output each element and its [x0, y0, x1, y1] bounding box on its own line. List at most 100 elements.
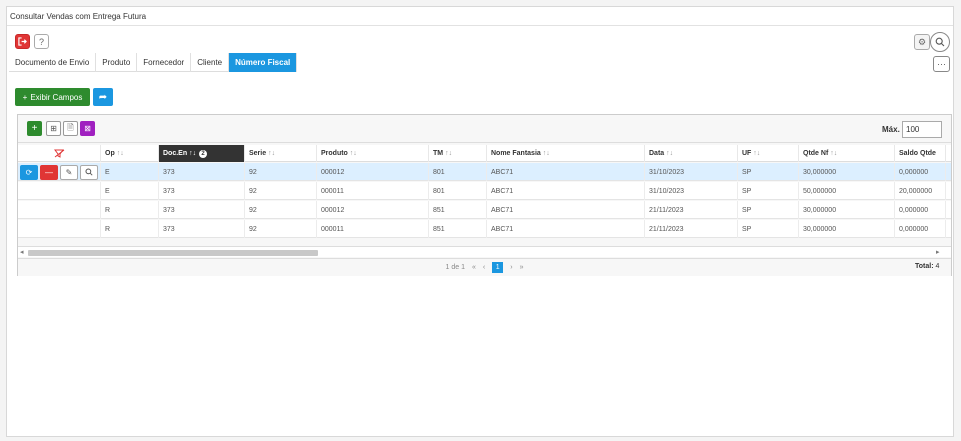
- cell-tm: 851: [429, 201, 487, 219]
- tab-cliente[interactable]: Cliente: [191, 53, 230, 72]
- cell-doc-en: 373: [159, 182, 245, 200]
- view-row-button[interactable]: [80, 164, 98, 180]
- table-row[interactable]: R 373 92 000011 851 ABC71 21/11/2023 SP …: [18, 220, 951, 238]
- current-page-button[interactable]: 1: [492, 262, 504, 273]
- sort-icon: ↑↓: [666, 150, 674, 157]
- table-row[interactable]: E 373 92 000011 801 ABC71 31/10/2023 SP …: [18, 182, 951, 200]
- tab-bar: Documento de Envio Produto Fornecedor Cl…: [9, 53, 298, 72]
- column-saldo-qtde[interactable]: Saldo Qtde: [895, 145, 946, 162]
- row-actions: [18, 220, 101, 238]
- refresh-icon: ⟳: [25, 167, 33, 177]
- cell-serie: 92: [245, 220, 317, 238]
- exit-icon: [18, 37, 27, 46]
- total-value: 4: [935, 263, 940, 270]
- total-count: Total: 4: [915, 263, 939, 270]
- tab-numero-fiscal[interactable]: Número Fiscal: [229, 53, 298, 72]
- row-actions: [18, 201, 101, 219]
- refresh-row-button[interactable]: ⟳: [20, 164, 38, 180]
- column-op[interactable]: Op ↑↓: [101, 145, 159, 162]
- results-grid: + ⊞ 🗎 ⊠ Máx. Op ↑↓ Doc.En ↑↓2 Serie ↑↓ P…: [17, 114, 952, 276]
- row-actions: [18, 182, 101, 200]
- exit-button[interactable]: [15, 34, 30, 49]
- cell-data: 31/10/2023: [645, 163, 738, 181]
- cell-uf: SP: [738, 201, 799, 219]
- cell-uf: SP: [738, 182, 799, 200]
- plus-icon: +: [31, 123, 38, 134]
- column-qtde-nf[interactable]: Qtde Nf ↑↓: [799, 145, 895, 162]
- tab-documento-de-envio[interactable]: Documento de Envio: [9, 53, 97, 72]
- add-row-button[interactable]: +: [27, 121, 42, 136]
- search-icon: [85, 168, 93, 176]
- row-actions: ⟳ — ✎: [18, 163, 101, 181]
- sort-icon: ↑↓: [349, 150, 357, 157]
- help-button[interactable]: ?: [34, 34, 49, 49]
- last-page-button[interactable]: »: [520, 264, 524, 271]
- grid-toolbar: + ⊞ 🗎 ⊠ Máx.: [18, 115, 951, 143]
- export-document-button[interactable]: 🗎: [63, 121, 78, 136]
- column-serie[interactable]: Serie ↑↓: [245, 145, 317, 162]
- cell-serie: 92: [245, 163, 317, 181]
- delete-row-button[interactable]: —: [40, 164, 58, 180]
- column-doc-en[interactable]: Doc.En ↑↓ 2: [159, 145, 245, 162]
- scroll-left-icon[interactable]: ◂: [20, 248, 24, 256]
- show-fields-label: Exibir Campos: [30, 92, 83, 102]
- column-tm[interactable]: TM ↑↓: [429, 145, 487, 162]
- search-button[interactable]: [930, 32, 950, 52]
- next-page-button[interactable]: ›: [510, 264, 512, 271]
- share-icon: ➦: [98, 91, 108, 103]
- show-fields-button[interactable]: + Exibir Campos: [15, 88, 90, 106]
- edit-row-button[interactable]: ✎: [60, 164, 78, 180]
- window-title: Consultar Vendas com Entrega Futura: [7, 7, 953, 26]
- filter-off-icon[interactable]: [18, 145, 101, 162]
- cell-serie: 92: [245, 201, 317, 219]
- sort-icon: ↑↓: [830, 150, 838, 157]
- cell-tm: 851: [429, 220, 487, 238]
- max-label: Máx.: [882, 125, 900, 134]
- column-nome-fantasia[interactable]: Nome Fantasia ↑↓: [487, 145, 645, 162]
- table-row[interactable]: ⟳ — ✎ E 373 92 000012 801 ABC71 31/10/20…: [18, 163, 951, 181]
- first-page-button[interactable]: «: [472, 264, 476, 271]
- pencil-icon: ✎: [65, 167, 73, 177]
- cell-op: E: [101, 182, 159, 200]
- scroll-thumb[interactable]: [28, 250, 318, 256]
- column-produto[interactable]: Produto ↑↓: [317, 145, 429, 162]
- max-rows-input[interactable]: [902, 121, 942, 138]
- column-uf[interactable]: UF ↑↓: [738, 145, 799, 162]
- sort-icon: ↑↓: [753, 150, 761, 157]
- cell-produto: 000011: [317, 220, 429, 238]
- clear-filter-button[interactable]: ⊠: [80, 121, 95, 136]
- more-options-button[interactable]: ···: [933, 56, 950, 72]
- sort-icon: ↑↓: [542, 150, 550, 157]
- cell-qtde-nf: 30,000000: [799, 220, 895, 238]
- main-panel: Consultar Vendas com Entrega Futura ? ⚙ …: [6, 6, 954, 437]
- cell-op: R: [101, 201, 159, 219]
- cell-nome-fantasia: ABC71: [487, 220, 645, 238]
- scroll-right-icon[interactable]: ▸: [936, 248, 940, 256]
- cell-serie: 92: [245, 182, 317, 200]
- cell-doc-en: 373: [159, 201, 245, 219]
- gear-icon: ⚙: [917, 36, 927, 47]
- cell-qtde-nf: 30,000000: [799, 201, 895, 219]
- cell-data: 21/11/2023: [645, 201, 738, 219]
- sort-icon: ↑↓: [268, 150, 276, 157]
- prev-page-button[interactable]: ‹: [483, 264, 485, 271]
- cell-saldo-qtde: 0,000000: [895, 163, 946, 181]
- cell-op: R: [101, 220, 159, 238]
- cell-qtde-nf: 30,000000: [799, 163, 895, 181]
- cell-data: 21/11/2023: [645, 220, 738, 238]
- horizontal-scrollbar[interactable]: ◂ ▸: [18, 246, 951, 257]
- settings-button[interactable]: ⚙: [914, 34, 930, 50]
- search-icon: [935, 37, 945, 47]
- tab-produto[interactable]: Produto: [96, 53, 138, 72]
- table-row[interactable]: R 373 92 000012 851 ABC71 21/11/2023 SP …: [18, 201, 951, 219]
- cell-saldo-qtde: 20,000000: [895, 182, 946, 200]
- sort-icon: ↑↓: [116, 150, 124, 157]
- plus-icon: +: [22, 92, 28, 102]
- grid-layout-button[interactable]: ⊞: [46, 121, 61, 136]
- column-data[interactable]: Data ↑↓: [645, 145, 738, 162]
- share-button[interactable]: ➦: [93, 88, 113, 106]
- page-info: 1 de 1: [445, 264, 465, 271]
- total-label: Total:: [915, 263, 934, 270]
- sort-order-badge: 2: [199, 149, 208, 158]
- tab-fornecedor[interactable]: Fornecedor: [137, 53, 192, 72]
